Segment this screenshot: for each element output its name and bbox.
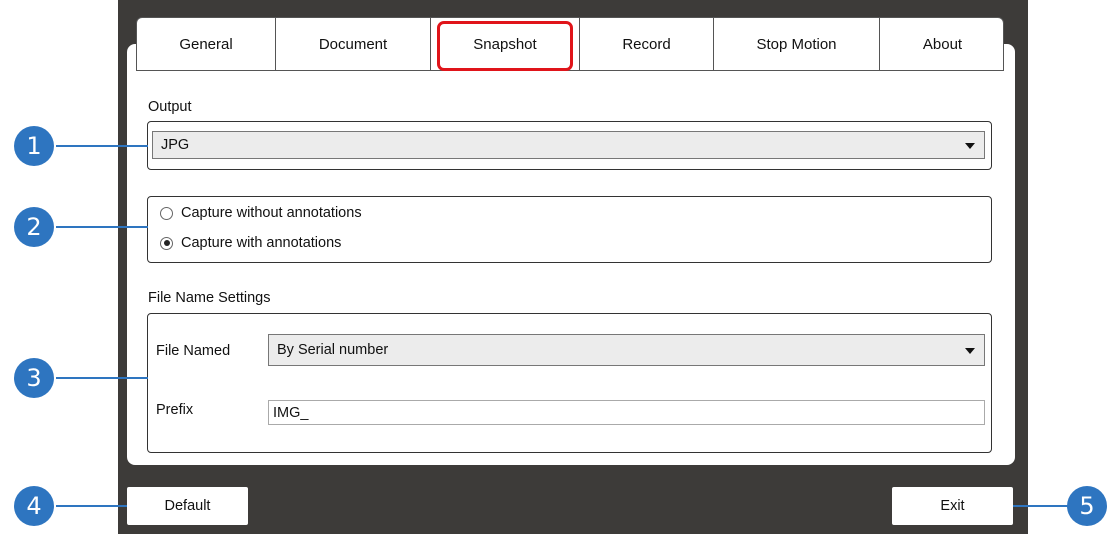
chevron-down-icon [965, 143, 975, 149]
output-label: Output [148, 99, 192, 115]
callout-line-1 [56, 145, 148, 147]
file-named-value: By Serial number [277, 342, 389, 358]
callout-badge-1: 1 [14, 126, 54, 166]
callout-badge-5: 5 [1067, 486, 1107, 526]
exit-button[interactable]: Exit [892, 487, 1013, 525]
tab-label: About [922, 35, 963, 53]
callout-line-3 [56, 377, 148, 379]
callout-badge-4: 4 [14, 486, 54, 526]
exit-button-label: Exit [940, 498, 965, 514]
default-button[interactable]: Default [127, 487, 248, 525]
tab-label: General [179, 35, 233, 53]
callout-line-5 [1013, 505, 1073, 507]
active-tab-highlight [437, 21, 573, 71]
tab-snapshot[interactable]: Snapshot [431, 18, 580, 71]
tab-stop-motion[interactable]: Stop Motion [714, 18, 880, 70]
tab-general[interactable]: General [137, 18, 276, 70]
file-name-settings-label: File Name Settings [148, 290, 271, 306]
prefix-value: IMG_ [273, 404, 309, 421]
file-named-label: File Named [156, 343, 231, 359]
callout-line-4 [56, 505, 127, 507]
output-format-select[interactable]: JPG [152, 131, 985, 159]
radio-capture-without-annotations[interactable]: Capture without annotations [160, 205, 362, 221]
tab-about[interactable]: About [880, 18, 1005, 70]
tab-label: Document [318, 35, 388, 53]
file-name-group: File Named By Serial number Prefix IMG_ [147, 313, 992, 453]
tab-label: Record [622, 35, 671, 53]
callout-badge-2: 2 [14, 207, 54, 247]
radio-capture-with-annotations[interactable]: Capture with annotations [160, 235, 341, 251]
output-format-value: JPG [161, 137, 190, 153]
capture-options-group: Capture without annotations Capture with… [147, 196, 992, 263]
radio-label: Capture without annotations [181, 205, 362, 221]
radio-checked-icon [160, 236, 173, 250]
prefix-input[interactable]: IMG_ [268, 400, 985, 425]
default-button-label: Default [164, 498, 211, 514]
prefix-label: Prefix [156, 402, 194, 418]
tab-bar: General Document Snapshot Record Stop Mo… [136, 17, 1004, 71]
callout-line-2 [56, 226, 148, 228]
radio-unchecked-icon [160, 206, 173, 220]
tab-record[interactable]: Record [580, 18, 714, 70]
file-named-select[interactable]: By Serial number [268, 334, 985, 366]
output-group: JPG [147, 121, 992, 170]
radio-label: Capture with annotations [181, 235, 342, 251]
tab-label: Stop Motion [756, 35, 837, 53]
callout-badge-3: 3 [14, 358, 54, 398]
tab-document[interactable]: Document [276, 18, 431, 70]
chevron-down-icon [965, 348, 975, 354]
